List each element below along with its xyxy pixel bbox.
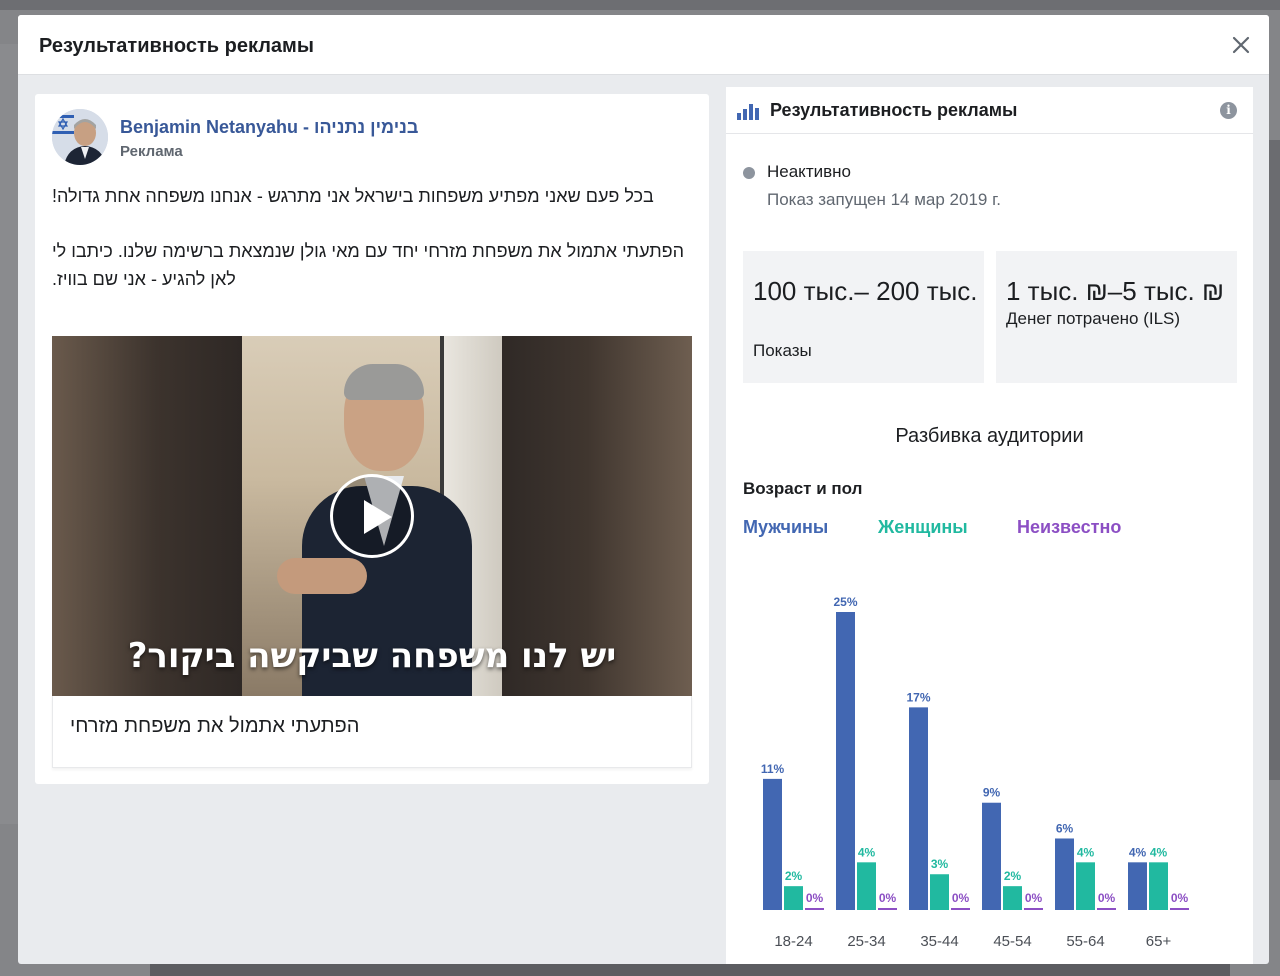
page-avatar[interactable]	[52, 109, 108, 165]
status-dot-icon	[743, 167, 755, 179]
background-left-column	[0, 44, 20, 824]
bar-label-25-34-2: 0%	[879, 891, 897, 905]
spend-value: 1 тыс. ₪–5 тыс. ₪	[1006, 276, 1225, 306]
bar-label-65+-1: 4%	[1150, 845, 1168, 859]
info-icon[interactable]: i	[1220, 102, 1237, 119]
play-icon	[364, 500, 392, 534]
age-gender-chart: 11%2%0%18-2425%4%0%25-3417%3%0%35-449%2%…	[761, 595, 1189, 950]
bar-label-18-24-2: 0%	[806, 891, 824, 905]
avatar-image	[52, 109, 108, 165]
play-button[interactable]	[330, 474, 414, 558]
page-name-link[interactable]: Benjamin Netanyahu - בנימין נתניהו	[120, 117, 418, 138]
ad-performance-dialog: Результативность рекламы Benjamin Netany…	[18, 15, 1269, 964]
status-text: Неактивно	[767, 162, 851, 181]
performance-panel: Результативность рекламы i Неактивно Пок…	[726, 87, 1253, 964]
age-tick-label: 25-34	[847, 933, 885, 950]
close-button[interactable]	[1227, 31, 1255, 59]
impressions-box: 100 тыс.– 200 тыс. Показы	[743, 251, 984, 383]
background-bottom-row	[150, 962, 1230, 976]
bar-25-34-1[interactable]	[857, 862, 876, 910]
bar-label-25-34-0: 25%	[833, 595, 857, 609]
video-person-hand	[277, 558, 367, 594]
bar-35-44-1[interactable]	[930, 874, 949, 910]
video-caption: יש לנו משפחה שביקשה ביקור?	[127, 636, 617, 676]
spend-label: Денег потрачено (ILS)	[1006, 309, 1181, 328]
video-person-hair	[344, 364, 424, 400]
bar-label-65+-2: 0%	[1171, 891, 1189, 905]
link-caption[interactable]: הפתעתי אתמול את משפחת מזרחי	[52, 696, 692, 768]
bar-65+-2[interactable]	[1170, 908, 1189, 910]
bar-label-18-24-0: 11%	[761, 762, 785, 776]
post-paragraph-2: הפתעתי אתמול את משפחת מזרחי יחד עם מאי ג…	[52, 241, 685, 289]
impressions-label: Показы	[753, 341, 812, 360]
dialog-title: Результативность рекламы	[39, 35, 314, 57]
bar-label-45-54-1: 2%	[1004, 869, 1022, 883]
dialog-header: Результативность рекламы	[18, 15, 1269, 75]
post-paragraph-1: בכל פעם שאני מפתיע משפחות בישראל אני מתר…	[52, 186, 654, 206]
performance-title: Результативность рекламы	[770, 100, 1018, 120]
legend-women[interactable]: Женщины	[878, 517, 968, 538]
bar-label-35-44-1: 3%	[931, 857, 949, 871]
bar-35-44-0[interactable]	[909, 707, 928, 910]
ad-preview-card: Benjamin Netanyahu - בנימין נתניהו Рекла…	[35, 94, 709, 784]
background-topbar	[0, 0, 1280, 10]
sponsored-label: Реклама	[120, 143, 183, 160]
bar-65+-1[interactable]	[1149, 862, 1168, 910]
performance-header: Результативность рекламы i	[726, 87, 1253, 134]
bar-45-54-1[interactable]	[1003, 886, 1022, 910]
bar-label-35-44-2: 0%	[952, 891, 970, 905]
bar-45-54-0[interactable]	[982, 802, 1001, 910]
bar-45-54-2[interactable]	[1024, 908, 1043, 910]
bar-label-45-54-0: 9%	[983, 786, 1001, 800]
post-text: בכל פעם שאני מפתיע משפחות בישראל אני מתר…	[52, 182, 688, 320]
close-icon	[1232, 36, 1250, 54]
age-tick-label: 45-54	[993, 933, 1031, 950]
bar-label-45-54-2: 0%	[1025, 891, 1043, 905]
spend-box: 1 тыс. ₪–5 тыс. ₪ Денег потрачено (ILS)	[996, 251, 1237, 383]
bar-label-55-64-2: 0%	[1098, 891, 1116, 905]
age-gender-title: Возраст и пол	[743, 479, 863, 498]
bar-label-55-64-1: 4%	[1077, 845, 1095, 859]
bar-label-55-64-0: 6%	[1056, 821, 1074, 835]
bar-25-34-0[interactable]	[836, 612, 855, 910]
age-tick-label: 55-64	[1066, 933, 1104, 950]
impressions-value: 100 тыс.– 200 тыс.	[753, 276, 978, 306]
bar-25-34-2[interactable]	[878, 908, 897, 910]
legend-unknown[interactable]: Неизвестно	[1017, 517, 1121, 538]
audience-title: Разбивка аудитории	[895, 425, 1084, 447]
age-tick-label: 18-24	[774, 933, 812, 950]
link-caption-text: הפתעתי אתמול את משפחת מזרחי	[70, 715, 360, 737]
legend-men[interactable]: Мужчины	[743, 517, 828, 538]
bar-65+-0[interactable]	[1128, 862, 1147, 910]
bar-55-64-0[interactable]	[1055, 838, 1074, 910]
age-tick-label: 35-44	[920, 933, 958, 950]
bar-label-18-24-1: 2%	[785, 869, 803, 883]
launch-date: Показ запущен 14 мар 2019 г.	[767, 190, 1001, 209]
bar-18-24-1[interactable]	[784, 886, 803, 910]
age-tick-label: 65+	[1146, 933, 1172, 950]
bar-label-25-34-1: 4%	[858, 845, 876, 859]
bar-18-24-2[interactable]	[805, 908, 824, 910]
bar-18-24-0[interactable]	[763, 778, 782, 910]
bar-55-64-1[interactable]	[1076, 862, 1095, 910]
bar-55-64-2[interactable]	[1097, 908, 1116, 910]
bar-35-44-2[interactable]	[951, 908, 970, 910]
bar-label-65+-0: 4%	[1129, 845, 1147, 859]
bar-label-35-44-0: 17%	[906, 690, 930, 704]
bar-chart-icon	[737, 104, 759, 120]
video-player[interactable]: יש לנו משפחה שביקשה ביקור?	[52, 336, 692, 696]
